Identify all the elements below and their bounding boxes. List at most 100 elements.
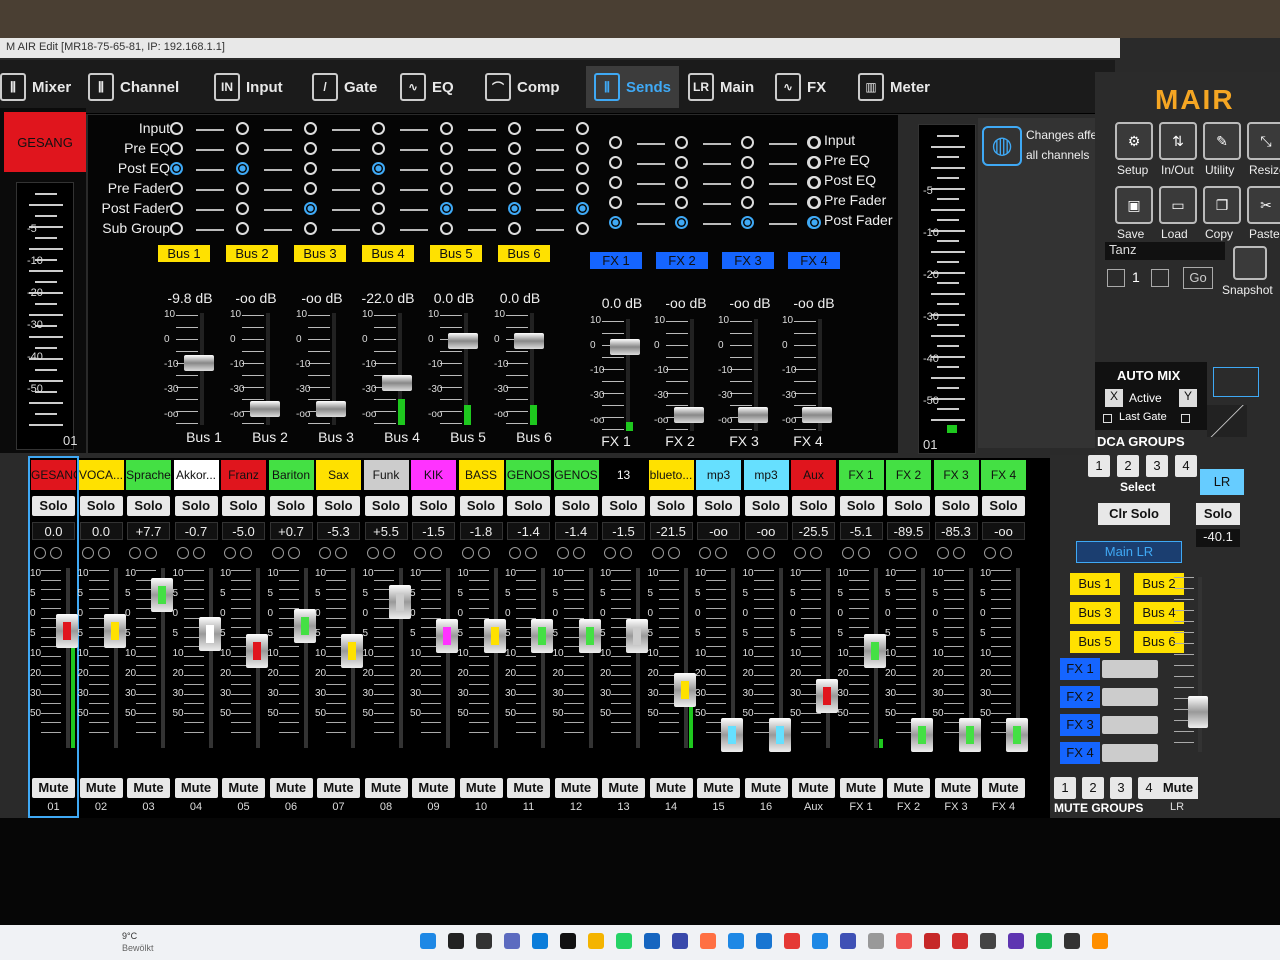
taskbar-app-icon[interactable] [980, 933, 996, 949]
channel-fader[interactable]: 10 5 0 5 10 20 30 50 [125, 568, 173, 758]
mute-button[interactable]: Mute [269, 778, 313, 798]
channel-name[interactable]: Aux [791, 460, 836, 490]
bus-tap-radio[interactable] [236, 142, 249, 155]
channel-fader[interactable]: 10 5 0 5 10 20 30 50 [268, 568, 316, 758]
fx-send-fader[interactable]: 10 0 -10 -30 -oo [590, 315, 652, 441]
taskbar-app-icon[interactable] [1008, 933, 1024, 949]
tab-comp[interactable]: ⌒ Comp [485, 66, 560, 108]
bus-tap-radio[interactable] [372, 162, 385, 175]
taskbar-app-icon[interactable] [952, 933, 968, 949]
bus-tap-radio[interactable] [304, 222, 317, 235]
bus-tap-radio[interactable] [508, 162, 521, 175]
fx-tag-2[interactable]: FX 2 [656, 252, 708, 269]
bus-tap-radio[interactable] [236, 162, 249, 175]
solo-button[interactable]: Solo [412, 496, 455, 516]
channel-name[interactable]: GENOS [553, 460, 599, 490]
bus-tap-radio[interactable] [372, 202, 385, 215]
bus-tag-4[interactable]: Bus 4 [362, 245, 414, 262]
channel-fader[interactable]: 10 5 0 5 10 20 30 50 [743, 568, 791, 758]
bus-tap-radio[interactable] [576, 202, 589, 215]
bus-tap-radio[interactable] [508, 222, 521, 235]
folder-icon[interactable]: ▭ [1159, 186, 1197, 224]
bus-tag-1[interactable]: Bus 1 [158, 245, 210, 262]
last-gate-checkbox-2[interactable] [1181, 414, 1190, 423]
solo-button[interactable]: Solo [174, 496, 218, 516]
channel-name[interactable]: FX 1 [838, 460, 884, 490]
bus-tap-radio[interactable] [440, 122, 453, 135]
fader-knob[interactable] [246, 634, 268, 669]
fx-tap-radio[interactable] [675, 216, 688, 229]
select-bus-3[interactable]: Bus 3 [1070, 602, 1120, 624]
bus-tap-radio[interactable] [304, 162, 317, 175]
in-out-icon[interactable]: ⇅ [1159, 122, 1197, 160]
fader-knob[interactable] [721, 717, 743, 752]
taskbar-app-icon[interactable] [840, 933, 856, 949]
bus-tap-radio[interactable] [440, 222, 453, 235]
fx-tap-radio-post-fader[interactable] [808, 216, 821, 229]
solo-button[interactable]: Solo [649, 496, 693, 516]
tap-radio-pre-fader[interactable] [170, 182, 183, 195]
channel-name[interactable]: Bariton [268, 460, 314, 490]
taskbar-app-icon[interactable] [896, 933, 912, 949]
select-fx-3[interactable]: FX 3 [1060, 714, 1100, 736]
fader-knob[interactable] [316, 401, 346, 417]
copy-icon[interactable]: ❐ [1203, 186, 1241, 224]
solo-button[interactable]: Solo [934, 496, 978, 516]
channel-fader[interactable]: 10 5 0 5 10 20 30 50 [458, 568, 506, 758]
fader-knob[interactable] [388, 585, 411, 619]
tab-meter[interactable]: ▥ Meter [858, 66, 930, 108]
mute-button[interactable]: Mute [792, 778, 835, 798]
select-fx-2[interactable]: FX 2 [1060, 686, 1100, 708]
fx-tap-radio-pre-eq[interactable] [808, 156, 821, 169]
lr-fader[interactable] [1162, 577, 1208, 757]
fader-knob[interactable] [151, 578, 173, 613]
fader-knob[interactable] [1006, 717, 1028, 752]
bus-tap-radio[interactable] [508, 202, 521, 215]
taskbar-app-icon[interactable] [1036, 933, 1052, 949]
globe-icon[interactable]: ◍ [982, 126, 1022, 166]
mute-button[interactable]: Mute [459, 778, 503, 798]
channel-fader[interactable]: 10 5 0 5 10 20 30 50 [363, 568, 411, 758]
fx-tap-radio[interactable] [609, 156, 622, 169]
mute-button[interactable]: Mute [32, 778, 75, 798]
channel-name[interactable]: BASS [458, 460, 504, 490]
channel-name[interactable]: Sax [316, 460, 361, 490]
taskbar-app-icon[interactable] [812, 933, 828, 949]
bus-tap-radio[interactable] [440, 162, 453, 175]
bus-tap-radio[interactable] [304, 182, 317, 195]
channel-fader[interactable]: 10 5 0 5 10 20 30 50 [790, 568, 838, 758]
bus-tag-2[interactable]: Bus 2 [226, 245, 278, 262]
taskbar-app-icon[interactable] [868, 933, 884, 949]
bus-tap-radio[interactable] [576, 142, 589, 155]
fx-tap-radio[interactable] [609, 216, 622, 229]
gear-icon[interactable]: ⚙ [1115, 122, 1153, 160]
channel-name[interactable]: Sprache [126, 460, 171, 490]
taskbar-app-icon[interactable] [560, 933, 576, 949]
fader-knob[interactable] [738, 407, 768, 423]
bus-tap-radio[interactable] [576, 162, 589, 175]
camera-icon[interactable] [1233, 246, 1267, 280]
bus-tap-radio[interactable] [576, 222, 589, 235]
bus-tap-radio[interactable] [372, 182, 385, 195]
bus-tap-radio[interactable] [372, 122, 385, 135]
automix-y-button[interactable]: Y [1179, 389, 1197, 407]
fader-knob[interactable] [1188, 695, 1208, 728]
mute-button[interactable]: Mute [839, 778, 883, 798]
bus-tap-radio[interactable] [508, 142, 521, 155]
fader-knob[interactable] [626, 619, 648, 653]
fx-tap-radio[interactable] [609, 136, 622, 149]
tab-mixer[interactable]: ⫼ Mixer [0, 66, 71, 108]
channel-fader[interactable]: 10 5 0 5 10 20 30 50 [648, 568, 696, 758]
lr-label[interactable]: LR [1200, 469, 1244, 495]
bus-tap-radio[interactable] [372, 142, 385, 155]
bus-tap-radio[interactable] [236, 202, 249, 215]
taskbar-app-icon[interactable] [756, 933, 772, 949]
solo-button[interactable]: Solo [317, 496, 360, 516]
channel-fader[interactable]: 10 5 0 5 10 20 30 50 [173, 568, 221, 758]
tap-radio-sub-group[interactable] [170, 222, 183, 235]
fader-knob[interactable] [958, 717, 981, 752]
fx-tap-radio[interactable] [741, 156, 754, 169]
select-fx-4[interactable]: FX 4 [1060, 742, 1100, 764]
tab-fx[interactable]: ∿ FX [775, 66, 826, 108]
fx-send-fader[interactable]: 10 0 -10 -30 -oo [654, 315, 716, 441]
